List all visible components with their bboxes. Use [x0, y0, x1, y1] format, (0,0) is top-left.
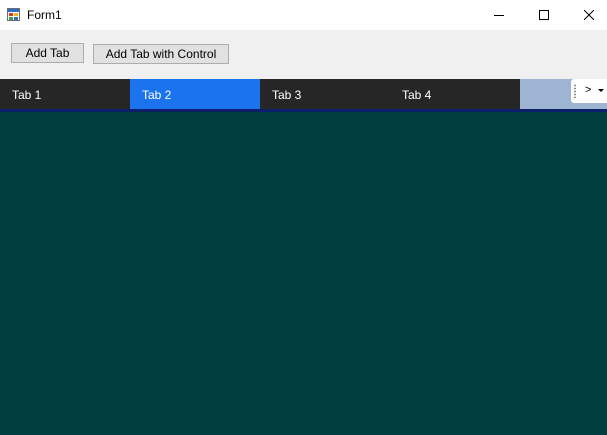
tab-1[interactable]: Tab 1 [0, 79, 130, 109]
close-icon [584, 10, 594, 20]
tab-overflow-button[interactable]: > [571, 79, 607, 103]
dropdown-arrow-icon [598, 89, 604, 92]
title-bar[interactable]: Form1 [0, 0, 607, 30]
tab-strip: Tab 1 Tab 2 Tab 3 Tab 4 [0, 79, 607, 109]
winforms-app-icon [7, 8, 20, 21]
add-tab-button[interactable]: Add Tab [11, 43, 84, 63]
tab-4[interactable]: Tab 4 [390, 79, 520, 109]
close-button[interactable] [566, 0, 607, 30]
tab-3[interactable]: Tab 3 [260, 79, 390, 109]
window-title: Form1 [27, 8, 62, 22]
minimize-icon [494, 15, 504, 16]
main-window: Form1 Add Tab Add Tab with Control Tab 1… [0, 0, 607, 435]
minimize-button[interactable] [476, 0, 522, 30]
maximize-button[interactable] [521, 0, 567, 30]
add-tab-with-control-button[interactable]: Add Tab with Control [93, 44, 229, 64]
tab-content-panel [0, 112, 607, 435]
tab-2[interactable]: Tab 2 [130, 79, 260, 109]
maximize-icon [539, 10, 549, 20]
overflow-chevron-label: > [585, 84, 592, 96]
grip-handle-icon [574, 84, 576, 98]
